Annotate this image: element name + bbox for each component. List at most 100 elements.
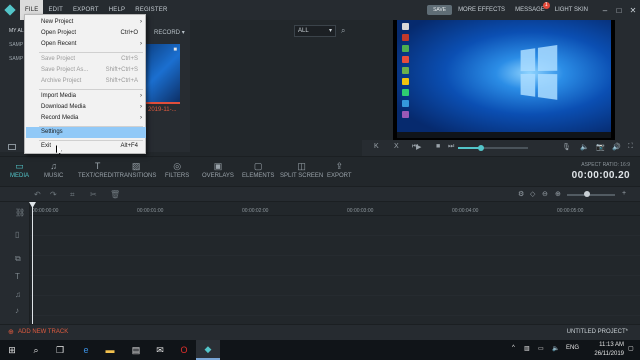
- play-icon[interactable]: ▶: [416, 143, 421, 151]
- tool-overlays[interactable]: ▣ OVERLAYS: [202, 161, 234, 179]
- music-track-icon[interactable]: ♫: [15, 290, 21, 299]
- timeline-toolbar: ↶ ↷ ⌗ ✂ 🗑 ⚙ ◇ ⊖ ⊕ +: [0, 186, 640, 202]
- menu-item-settings[interactable]: Settings: [26, 127, 146, 138]
- menu-item-import-media[interactable]: Import Media ›: [26, 91, 146, 102]
- volume-icon[interactable]: 🔈: [552, 345, 559, 352]
- clock-time[interactable]: 11:13 AM: [599, 342, 624, 348]
- timeline-zoom-slider[interactable]: [567, 194, 615, 196]
- project-name: UNTITLED PROJECT*: [566, 329, 628, 335]
- tool-elements[interactable]: ▢ ELEMENTS: [242, 161, 274, 179]
- skip-forward-icon[interactable]: ⏭: [448, 143, 454, 151]
- tool-export[interactable]: ⇪ EXPORT: [327, 161, 352, 179]
- filmora-taskbar-icon[interactable]: ◆: [196, 340, 220, 360]
- record-dropdown[interactable]: RECORD ▾: [154, 29, 185, 36]
- transitions-icon: ▨: [131, 161, 141, 171]
- menu-item-label: New Project: [41, 19, 74, 25]
- file-explorer-icon[interactable]: ▬: [98, 340, 122, 360]
- tool-music[interactable]: ♫ MUSIC: [44, 161, 63, 179]
- language-indicator[interactable]: ENG: [566, 345, 579, 351]
- store-icon[interactable]: ▤: [124, 340, 148, 360]
- search-icon[interactable]: ⌕: [24, 340, 48, 360]
- timeline-track[interactable]: [30, 236, 640, 256]
- video-track-icon[interactable]: ▯: [15, 230, 19, 239]
- battery-icon[interactable]: ▭: [538, 345, 544, 352]
- mail-icon[interactable]: ✉: [148, 340, 172, 360]
- desktop-app-icon: [402, 100, 409, 107]
- volume-icon[interactable]: 🔈: [580, 143, 589, 151]
- copy-icon[interactable]: ⧉: [15, 254, 21, 264]
- mark-out-icon[interactable]: X: [394, 143, 399, 150]
- snapshot-icon[interactable]: 📷: [596, 143, 605, 151]
- settings-icon[interactable]: ⚙: [518, 190, 524, 198]
- menu-item-shortcut: Ctrl+S: [121, 56, 138, 62]
- timeline-ruler[interactable]: 00:00:00:00 00:00:01:00 00:00:02:00 00:0…: [30, 202, 640, 216]
- message-count-badge: 1: [542, 2, 550, 9]
- add-track-icon[interactable]: ⊕: [8, 328, 14, 336]
- menu-item-shortcut: Ctrl+O: [120, 30, 138, 36]
- preview-progress-handle[interactable]: [478, 145, 484, 151]
- fullscreen-icon[interactable]: ⛶: [628, 143, 633, 151]
- mark-in-icon[interactable]: K: [374, 143, 379, 150]
- windows-start-icon[interactable]: ⊞: [0, 340, 24, 360]
- zoom-in-icon[interactable]: ⊕: [555, 190, 561, 198]
- crop-icon[interactable]: ⌗: [70, 190, 75, 200]
- folder-icon[interactable]: [8, 144, 16, 150]
- tool-media[interactable]: ▭ MEDIA: [10, 161, 29, 179]
- notifications-icon[interactable]: ▢: [628, 345, 634, 352]
- split-icon[interactable]: ✂: [90, 190, 97, 199]
- zoom-out-icon[interactable]: ⊖: [542, 190, 548, 198]
- opera-icon[interactable]: O: [172, 340, 196, 360]
- delete-icon[interactable]: 🗑: [110, 190, 120, 199]
- media-thumbnail[interactable]: ■: [140, 44, 180, 104]
- task-view-icon[interactable]: ❐: [48, 340, 72, 360]
- tool-transitions[interactable]: ▨ TRANSITIONS: [116, 161, 156, 179]
- timeline-track[interactable]: [30, 216, 640, 236]
- edge-browser-icon[interactable]: e: [74, 340, 98, 360]
- menu-item-record-media[interactable]: Record Media ›: [26, 113, 146, 124]
- message-button[interactable]: MESSAGE 1: [515, 2, 550, 13]
- menu-item-new-project[interactable]: New Project ›: [26, 17, 146, 28]
- menu-item-open-project[interactable]: Open Project Ctrl+O: [26, 28, 146, 39]
- more-effects-button[interactable]: MORE EFFECTS: [458, 7, 505, 13]
- menu-item-label: Exit: [41, 143, 52, 149]
- timeline-zoom-handle[interactable]: [584, 191, 590, 197]
- timecode-display: 00:00:00.20: [571, 170, 630, 181]
- shield-icon[interactable]: ◇: [530, 190, 535, 198]
- chevron-up-icon[interactable]: ^: [512, 345, 515, 351]
- media-filter-select[interactable]: ALL ▾: [294, 25, 336, 37]
- minimize-icon[interactable]: –: [598, 0, 612, 20]
- menu-item-save-project[interactable]: Save Project Ctrl+S: [26, 54, 146, 65]
- timeline-track[interactable]: [30, 276, 640, 296]
- tool-text-credit[interactable]: T TEXT/CREDIT: [78, 161, 117, 179]
- search-icon[interactable]: ⌕: [341, 26, 345, 36]
- menu-item-save-project-as[interactable]: Save Project As... Shift+Ctrl+S: [26, 65, 146, 76]
- close-icon[interactable]: ✕: [626, 0, 640, 20]
- timeline-track[interactable]: [30, 296, 640, 316]
- tool-bar: ▭ MEDIA ♫ MUSIC T TEXT/CREDIT ▨ TRANSITI…: [0, 156, 640, 186]
- clock-date[interactable]: 26/11/2019: [594, 351, 624, 357]
- text-track-icon[interactable]: T: [15, 272, 20, 281]
- network-icon[interactable]: ▥: [524, 345, 530, 352]
- music-track-icon[interactable]: ♪: [15, 306, 19, 315]
- timeline-track[interactable]: [30, 256, 640, 276]
- light-skin-button[interactable]: LIGHT SKIN: [555, 7, 588, 13]
- menu-item-open-recent[interactable]: Open Recent ›: [26, 39, 146, 50]
- menu-item-download-media[interactable]: Download Media ›: [26, 102, 146, 113]
- link-icon[interactable]: ⛓: [15, 208, 25, 217]
- tool-split-screen[interactable]: ◫ SPLIT SCREEN: [280, 161, 323, 179]
- microphone-icon[interactable]: 🎙: [562, 143, 571, 151]
- plus-icon[interactable]: +: [622, 190, 626, 197]
- tool-filters[interactable]: ◎ FILTERS: [165, 161, 189, 179]
- volume-up-icon[interactable]: 🔊: [612, 143, 621, 151]
- add-new-track-button[interactable]: ADD NEW TRACK: [18, 329, 68, 335]
- maximize-icon[interactable]: □: [612, 0, 626, 20]
- redo-icon[interactable]: ↷: [50, 190, 57, 199]
- undo-icon[interactable]: ↶: [34, 190, 41, 199]
- menu-item-archive-project[interactable]: Archive Project Shift+Ctrl+A: [26, 76, 146, 87]
- preview-window: [393, 20, 615, 140]
- playhead[interactable]: [32, 204, 33, 324]
- menu-item-exit[interactable]: Exit Alt+F4: [26, 141, 146, 152]
- track-headers: ⛓ ▯ ⧉ T ♫ ♪: [0, 202, 30, 324]
- stop-icon[interactable]: ■: [436, 143, 440, 150]
- save-button[interactable]: SAVE: [427, 5, 453, 15]
